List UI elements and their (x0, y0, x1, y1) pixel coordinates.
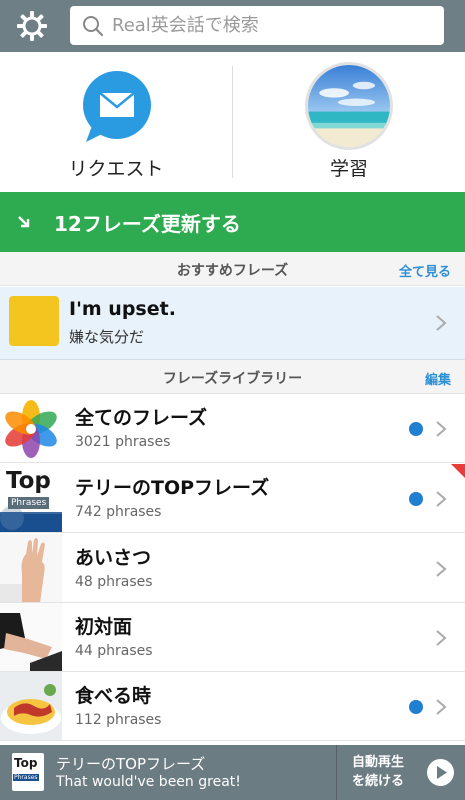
phrase-thumbnail (9, 296, 59, 346)
update-label: 12フレーズ更新する (54, 212, 241, 236)
player-thumbnail: Top Phrases (12, 753, 44, 791)
update-phrases-button[interactable]: 12フレーズ更新する (0, 192, 465, 252)
player-subtitle: That would've been great! (56, 774, 241, 790)
row-title: テリーのTOPフレーズ (75, 477, 270, 499)
row-count: 3021 phrases (75, 434, 171, 450)
row-count: 48 phrases (75, 574, 153, 590)
player-badge-line2: Phrases (13, 774, 39, 781)
omurice-photo (0, 672, 62, 740)
library-header: フレーズライブラリー 編集 (0, 360, 465, 394)
study-label: 学習 (329, 158, 368, 180)
mini-player[interactable]: Top Phrases テリーのTOPフレーズ That would've be… (0, 745, 465, 800)
chevron-right-icon (436, 561, 447, 577)
study-tile[interactable]: 学習 (233, 52, 465, 192)
player-badge-line1: Top (14, 756, 38, 770)
top-badge-line2: Phrases (8, 497, 50, 509)
player-divider (336, 745, 337, 800)
gear-icon[interactable] (14, 8, 50, 44)
autoplay-line1: 自動再生 (352, 755, 405, 770)
mail-bubble-icon (83, 71, 151, 142)
top-tiles: リクエスト 学習 (0, 52, 465, 192)
search-input[interactable] (112, 10, 432, 41)
beach-photo (305, 62, 393, 150)
row-count: 742 phrases (75, 504, 162, 520)
library-row-all-phrases[interactable]: 全てのフレーズ 3021 phrases (0, 394, 465, 463)
search-icon (83, 16, 104, 37)
top-phrases-badge: Top Phrases (0, 464, 62, 532)
new-indicator-dot (409, 422, 423, 436)
recommended-header: おすすめフレーズ 全て見る (0, 252, 465, 286)
row-title: 食べる時 (75, 685, 152, 707)
library-title: フレーズライブラリー (162, 371, 303, 387)
play-icon[interactable] (426, 758, 455, 787)
chevron-right-icon (436, 491, 447, 507)
top-bar (0, 0, 465, 52)
pinwheel-icon (0, 394, 62, 462)
handshake-photo (0, 603, 62, 671)
recommended-title: おすすめフレーズ (176, 263, 289, 279)
download-arrow-icon (18, 216, 30, 228)
search-box[interactable] (70, 6, 444, 45)
library-row-terry-top[interactable]: Top Phrases テリーのTOPフレーズ 742 phrases (0, 464, 465, 533)
row-count: 44 phrases (75, 643, 153, 659)
top-badge-line1: Top (6, 468, 51, 494)
new-corner-flag (451, 464, 465, 478)
row-title: 初対面 (75, 616, 133, 638)
phrase-japanese: 嫌な気分だ (69, 328, 145, 346)
library-row-first-meeting[interactable]: 初対面 44 phrases (0, 603, 465, 672)
chevron-right-icon (436, 421, 447, 437)
row-title: 全てのフレーズ (75, 407, 208, 429)
waving-hand-photo (0, 534, 62, 602)
row-count: 112 phrases (75, 712, 162, 728)
request-tile[interactable]: リクエスト (0, 52, 232, 192)
request-label: リクエスト (68, 158, 164, 180)
new-indicator-dot (409, 700, 423, 714)
chevron-right-icon (436, 699, 447, 715)
phrase-english: I'm upset. (69, 298, 176, 320)
library-row-eating[interactable]: 食べる時 112 phrases (0, 672, 465, 741)
recommended-phrase[interactable]: I'm upset. 嫌な気分だ (0, 287, 465, 360)
player-title: テリーのTOPフレーズ (56, 755, 206, 773)
row-title: あいさつ (75, 547, 152, 569)
see-all-link[interactable]: 全て見る (399, 261, 451, 280)
autoplay-line2: を続ける (352, 774, 405, 789)
edit-link[interactable]: 編集 (425, 369, 451, 388)
chevron-right-icon (436, 630, 447, 646)
new-indicator-dot (409, 492, 423, 506)
library-row-greetings[interactable]: あいさつ 48 phrases (0, 534, 465, 603)
chevron-right-icon (436, 315, 447, 331)
autoplay-label[interactable]: 自動再生 を続ける (352, 753, 432, 791)
